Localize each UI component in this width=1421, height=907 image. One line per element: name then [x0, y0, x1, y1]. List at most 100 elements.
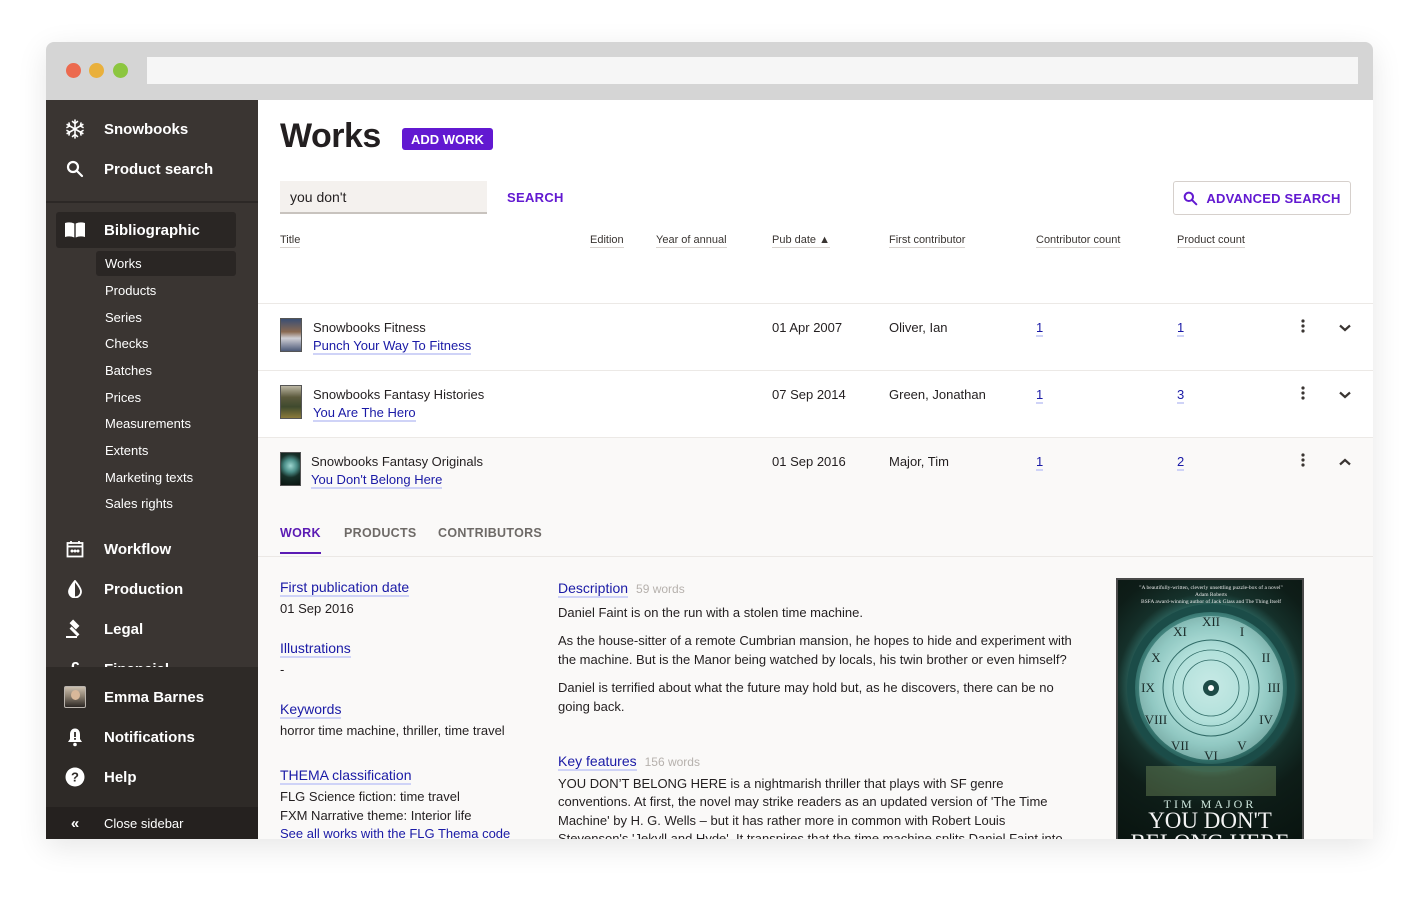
maximize-window-button[interactable]	[113, 63, 128, 78]
sidebar-subitem-works[interactable]: Works	[96, 251, 236, 276]
product-count-link[interactable]: 1	[1177, 320, 1185, 337]
svg-text:III: III	[1268, 680, 1281, 695]
column-header-contributor-count[interactable]: Contributor count	[1036, 234, 1121, 248]
contributor-count-link[interactable]: 1	[1036, 387, 1044, 404]
sidebar-subitem-series[interactable]: Series	[96, 305, 236, 330]
search-icon	[1184, 191, 1198, 205]
close-sidebar-button[interactable]: « Close sidebar	[46, 807, 258, 839]
sidebar-subitem-marketing-texts[interactable]: Marketing texts	[96, 465, 236, 490]
thema-code: FXM Narrative theme: Interior life	[280, 807, 472, 823]
column-header-product-count[interactable]: Product count	[1177, 234, 1245, 248]
svg-text:I: I	[1240, 624, 1244, 639]
sidebar-item-label: Legal	[104, 620, 144, 638]
column-header-edition[interactable]: Edition	[590, 234, 624, 248]
sidebar-subitem-sales-rights[interactable]: Sales rights	[96, 491, 236, 516]
contributor-count-link[interactable]: 1	[1036, 320, 1044, 337]
bell-icon	[46, 727, 104, 747]
series-name: Snowbooks Fitness	[313, 320, 426, 335]
description-paragraph: As the house-sitter of a remote Cumbrian…	[558, 633, 1072, 667]
sidebar-item-notifications[interactable]: Notifications	[46, 719, 258, 755]
sidebar-divider	[46, 201, 258, 203]
sidebar-item-help[interactable]: ? Help	[46, 759, 258, 795]
keywords-label[interactable]: Keywords	[280, 701, 342, 719]
sidebar-section-legal[interactable]: Legal	[46, 611, 258, 647]
tab-work[interactable]: WORK	[280, 526, 321, 554]
column-header-first-contributor[interactable]: First contributor	[889, 234, 966, 248]
svg-text:VI: VI	[1204, 748, 1218, 763]
sidebar-item-label: Emma Barnes	[104, 688, 205, 706]
table-row[interactable]: Snowbooks Fitness Punch Your Way To Fitn…	[258, 303, 1373, 370]
sidebar-subitem-extents[interactable]: Extents	[96, 438, 236, 463]
key-features-label[interactable]: Key features	[558, 753, 637, 771]
more-options-icon[interactable]	[1294, 386, 1312, 404]
search-input[interactable]	[280, 181, 487, 214]
table-row-expanded[interactable]: Snowbooks Fantasy Originals You Don't Be…	[258, 437, 1373, 839]
illustrations-label[interactable]: Illustrations	[280, 640, 351, 658]
sidebar-subitem-products[interactable]: Products	[96, 278, 236, 303]
sidebar-subitem-label: Marketing texts	[105, 470, 194, 485]
add-work-button[interactable]: ADD WORK	[402, 128, 493, 150]
work-title-link[interactable]: You Are The Hero	[313, 405, 416, 422]
product-count-link[interactable]: 3	[1177, 387, 1185, 404]
table-row[interactable]: Snowbooks Fantasy Histories You Are The …	[258, 370, 1373, 437]
sidebar-subitem-batches[interactable]: Batches	[96, 358, 236, 383]
illustrations-value: -	[280, 662, 285, 677]
chevron-down-icon[interactable]	[1336, 386, 1354, 404]
cover-image: XII VI IX III I II IV V VII VIII X XI "A beaut…	[1116, 578, 1304, 839]
sidebar-section-workflow[interactable]: Workflow	[46, 531, 258, 567]
tab-products[interactable]: PRODUCTS	[344, 526, 417, 552]
chevron-down-icon[interactable]	[1336, 319, 1354, 337]
svg-text:X: X	[1151, 650, 1161, 665]
close-sidebar-label: Close sidebar	[104, 815, 184, 831]
column-header-year-of-annual[interactable]: Year of annual	[656, 234, 727, 248]
first-publication-date-label[interactable]: First publication date	[280, 579, 410, 597]
product-count-link[interactable]: 2	[1177, 454, 1185, 471]
work-title-link[interactable]: You Don't Belong Here	[311, 472, 443, 489]
svg-text:VIII: VIII	[1145, 712, 1167, 727]
sidebar-item-label: Snowbooks	[104, 120, 189, 138]
sidebar-subitem-prices[interactable]: Prices	[96, 385, 236, 410]
cover-thumbnail	[280, 385, 302, 419]
close-window-button[interactable]	[66, 63, 81, 78]
see-all-thema-works-link[interactable]: See all works with the FLG Thema code	[280, 826, 511, 839]
sidebar-item-snowbooks[interactable]: Snowbooks	[46, 111, 258, 147]
column-header-pub-date[interactable]: Pub date ▲	[772, 234, 830, 248]
sidebar-subitem-measurements[interactable]: Measurements	[96, 411, 236, 436]
calendar-icon	[46, 540, 104, 558]
contributor-count-link[interactable]: 1	[1036, 454, 1044, 471]
minimize-window-button[interactable]	[89, 63, 104, 78]
first-contributor: Major, Tim	[889, 454, 949, 469]
advanced-search-button[interactable]: ADVANCED SEARCH	[1173, 181, 1351, 215]
sidebar-item-user[interactable]: Emma Barnes	[46, 679, 258, 715]
series-name: Snowbooks Fantasy Histories	[313, 387, 485, 402]
svg-text:V: V	[1237, 738, 1247, 753]
tab-contributors[interactable]: CONTRIBUTORS	[438, 526, 542, 552]
pub-date: 01 Apr 2007	[772, 320, 843, 335]
gavel-icon	[46, 619, 104, 639]
chevron-up-icon[interactable]	[1336, 453, 1354, 471]
description-label[interactable]: Description	[558, 580, 629, 598]
sidebar-subitem-label: Series	[105, 310, 142, 325]
sidebar-section-bibliographic[interactable]: Bibliographic	[46, 212, 258, 248]
more-options-icon[interactable]	[1294, 319, 1312, 337]
search-icon	[46, 160, 104, 178]
sidebar-item-label: Workflow	[104, 540, 172, 558]
description-paragraph: Daniel Faint is on the run with a stolen…	[558, 604, 863, 620]
svg-text:XI: XI	[1173, 624, 1187, 639]
column-header-title[interactable]: Title	[280, 234, 301, 248]
sidebar-section-production[interactable]: Production	[46, 571, 258, 607]
more-options-icon[interactable]	[1294, 453, 1312, 471]
address-bar[interactable]	[147, 57, 1358, 84]
search-button[interactable]: SEARCH	[507, 190, 564, 205]
sidebar-item-label: Notifications	[104, 728, 195, 746]
page-title: Works	[280, 117, 381, 155]
thema-classification-label[interactable]: THEMA classification	[280, 767, 412, 785]
sidebar-subitem-label: Products	[105, 283, 157, 298]
series-name: Snowbooks Fantasy Originals	[311, 454, 483, 469]
svg-text:?: ?	[71, 770, 79, 785]
sidebar-subitem-checks[interactable]: Checks	[96, 331, 236, 356]
thema-classification-values: FLG Science fiction: time travel FXM Nar…	[280, 788, 511, 839]
help-icon: ?	[46, 767, 104, 787]
work-title-link[interactable]: Punch Your Way To Fitness	[313, 338, 472, 355]
sidebar-item-product-search[interactable]: Product search	[46, 151, 258, 187]
